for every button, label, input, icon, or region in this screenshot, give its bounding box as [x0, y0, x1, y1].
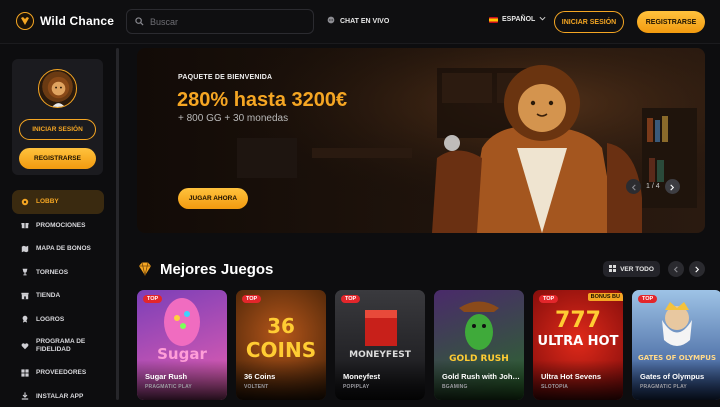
- banner-subtitle: PAQUETE DE BIENVENIDA: [178, 74, 273, 81]
- top-badge: TOP: [341, 295, 361, 303]
- banner-next-button[interactable]: [664, 178, 680, 196]
- game-card[interactable]: GATES OF OLYMPUS TOP Gates of Olympus PR…: [632, 290, 720, 400]
- top-header: Wild Chance CHAT EN VIVO ESPAÑOL INICIAR…: [0, 0, 720, 44]
- chat-label: CHAT EN VIVO: [340, 17, 390, 25]
- top-badge: TOP: [242, 295, 262, 303]
- top-badge: TOP: [539, 295, 559, 303]
- lobby-icon: [21, 198, 29, 206]
- sidebar-item-lobby[interactable]: LOBBY: [12, 190, 104, 214]
- chevron-left-icon: [631, 178, 637, 196]
- view-all-label: VER TODO: [620, 265, 654, 273]
- map-icon: [21, 245, 29, 253]
- game-art-title: MONEYFEST: [349, 350, 411, 360]
- section-title: Mejores Juegos: [160, 261, 274, 278]
- providers-icon: [21, 369, 29, 377]
- sidebar-nav: LOBBY PROMOCIONES MAPA DE BONOS TORNEOS …: [12, 190, 104, 407]
- sidebar-item-label: LOBBY: [36, 198, 59, 206]
- sidebar-item-proveedores[interactable]: PROVEEDORES: [12, 361, 104, 385]
- game-provider: POPIPLAY: [343, 384, 370, 390]
- spain-flag-icon: [489, 16, 498, 23]
- achievement-icon: [21, 315, 29, 323]
- sidebar-item-logros[interactable]: LOGROS: [12, 308, 104, 332]
- grid-icon: [609, 264, 617, 274]
- sidebar-item-label: LOGROS: [36, 315, 65, 323]
- avatar: [38, 69, 77, 108]
- sidebar-item-torneos[interactable]: TORNEOS: [12, 261, 104, 285]
- brand-logo[interactable]: Wild Chance: [16, 12, 114, 30]
- gift-icon: [21, 221, 29, 229]
- game-art-sevens: 777: [555, 308, 601, 333]
- sidebar-item-tienda[interactable]: TIENDA: [12, 284, 104, 308]
- chevron-down-icon: [539, 16, 546, 23]
- sidebar-item-label: MAPA DE BONOS: [36, 245, 91, 253]
- sidebar-item-label: INSTALAR APP: [36, 392, 84, 400]
- search-box[interactable]: [126, 9, 314, 34]
- loyalty-icon: [21, 342, 29, 350]
- language-label: ESPAÑOL: [502, 16, 536, 23]
- sidebar-item-label: PROVEEDORES: [36, 369, 87, 377]
- chevron-right-icon: [669, 178, 675, 196]
- game-provider: PRAGMATIC PLAY: [640, 384, 687, 390]
- sidebar-item-label: TIENDA: [36, 292, 61, 300]
- game-card[interactable]: 36 COINS TOP 36 Coins VOLTENT: [236, 290, 326, 400]
- game-card[interactable]: MONEYFEST TOP Moneyfest POPIPLAY: [335, 290, 425, 400]
- sidebar-register-button[interactable]: REGISTRARSE: [19, 148, 96, 169]
- sidebar-item-mapa-de-bonos[interactable]: MAPA DE BONOS: [12, 237, 104, 261]
- trophy-icon: [21, 268, 29, 276]
- banner-detail: + 800 GG + 30 monedas: [178, 113, 289, 124]
- banner-headline: 280% hasta 3200€: [177, 89, 348, 111]
- sidebar-login-button[interactable]: INICIAR SESIÓN: [19, 119, 96, 140]
- store-icon: [21, 292, 29, 300]
- diamond-icon: [137, 261, 153, 277]
- top-badge: TOP: [638, 295, 658, 303]
- sidebar-item-programa-de-fidelidad[interactable]: PROGRAMA DE FIDELIDAD: [12, 331, 104, 361]
- game-name: Sugar Rush: [145, 372, 188, 381]
- search-icon: [135, 13, 144, 31]
- brand-name: Wild Chance: [40, 14, 115, 28]
- header-register-button[interactable]: REGISTRARSE: [637, 11, 705, 33]
- chat-icon: [327, 16, 335, 26]
- game-name: Gold Rush with Johnny Cash: [442, 372, 524, 381]
- chevron-left-icon: [673, 260, 679, 278]
- game-name: Ultra Hot Sevens: [541, 372, 602, 381]
- top-badge: TOP: [143, 295, 163, 303]
- game-provider: BGAMING: [442, 384, 468, 390]
- download-icon: [21, 392, 29, 400]
- sidebar-item-instalar-app[interactable]: INSTALAR APP: [12, 385, 104, 407]
- chevron-right-icon: [694, 260, 700, 278]
- profile-card: INICIAR SESIÓN REGISTRARSE: [12, 59, 103, 175]
- game-provider: VOLTENT: [244, 384, 269, 390]
- game-card[interactable]: Sugar TOP Sugar Rush PRAGMATIC PLAY: [137, 290, 227, 400]
- sidebar-item-label: TORNEOS: [36, 268, 69, 276]
- sidebar-item-label: PROGRAMA DE FIDELIDAD: [36, 338, 86, 353]
- search-input[interactable]: [150, 16, 300, 27]
- game-name: Gates of Olympus: [640, 372, 705, 381]
- logo-emblem-icon: [16, 12, 34, 30]
- game-provider: PRAGMATIC PLAY: [145, 384, 192, 390]
- games-prev-button[interactable]: [668, 261, 684, 277]
- banner-pager: 1 / 4: [626, 179, 680, 194]
- game-provider: SLOTOPIA: [541, 384, 569, 390]
- game-card[interactable]: 777 ULTRA HOT TOP BONUS BU Ultra Hot Sev…: [533, 290, 623, 400]
- sidebar-scrollbar[interactable]: [116, 48, 119, 400]
- game-card[interactable]: GOLD RUSH Gold Rush with Johnny Cash BGA…: [434, 290, 524, 400]
- header-login-button[interactable]: INICIAR SESIÓN: [554, 11, 624, 33]
- game-art-title: 36 COINS: [245, 314, 317, 362]
- promo-banner[interactable]: PAQUETE DE BIENVENIDA 280% hasta 3200€ +…: [137, 48, 705, 233]
- sidebar-item-label: PROMOCIONES: [36, 221, 86, 229]
- sidebar-item-promociones[interactable]: PROMOCIONES: [12, 214, 104, 238]
- game-name: 36 Coins: [244, 372, 276, 381]
- bonus-badge: BONUS BU: [587, 293, 623, 301]
- games-next-button[interactable]: [689, 261, 705, 277]
- game-art-title: ULTRA HOT: [537, 334, 619, 349]
- banner-page-indicator: 1 / 4: [646, 183, 660, 190]
- banner-prev-button[interactable]: [626, 179, 641, 194]
- live-chat-button[interactable]: CHAT EN VIVO: [327, 16, 389, 26]
- games-row: Sugar TOP Sugar Rush PRAGMATIC PLAY 36 C…: [137, 290, 720, 407]
- language-selector[interactable]: ESPAÑOL: [489, 16, 546, 23]
- sidebar: INICIAR SESIÓN REGISTRARSE LOBBY PROMOCI…: [0, 45, 118, 407]
- play-now-button[interactable]: JUGAR AHORA: [178, 188, 248, 209]
- view-all-button[interactable]: VER TODO: [603, 261, 660, 277]
- game-name: Moneyfest: [343, 372, 381, 381]
